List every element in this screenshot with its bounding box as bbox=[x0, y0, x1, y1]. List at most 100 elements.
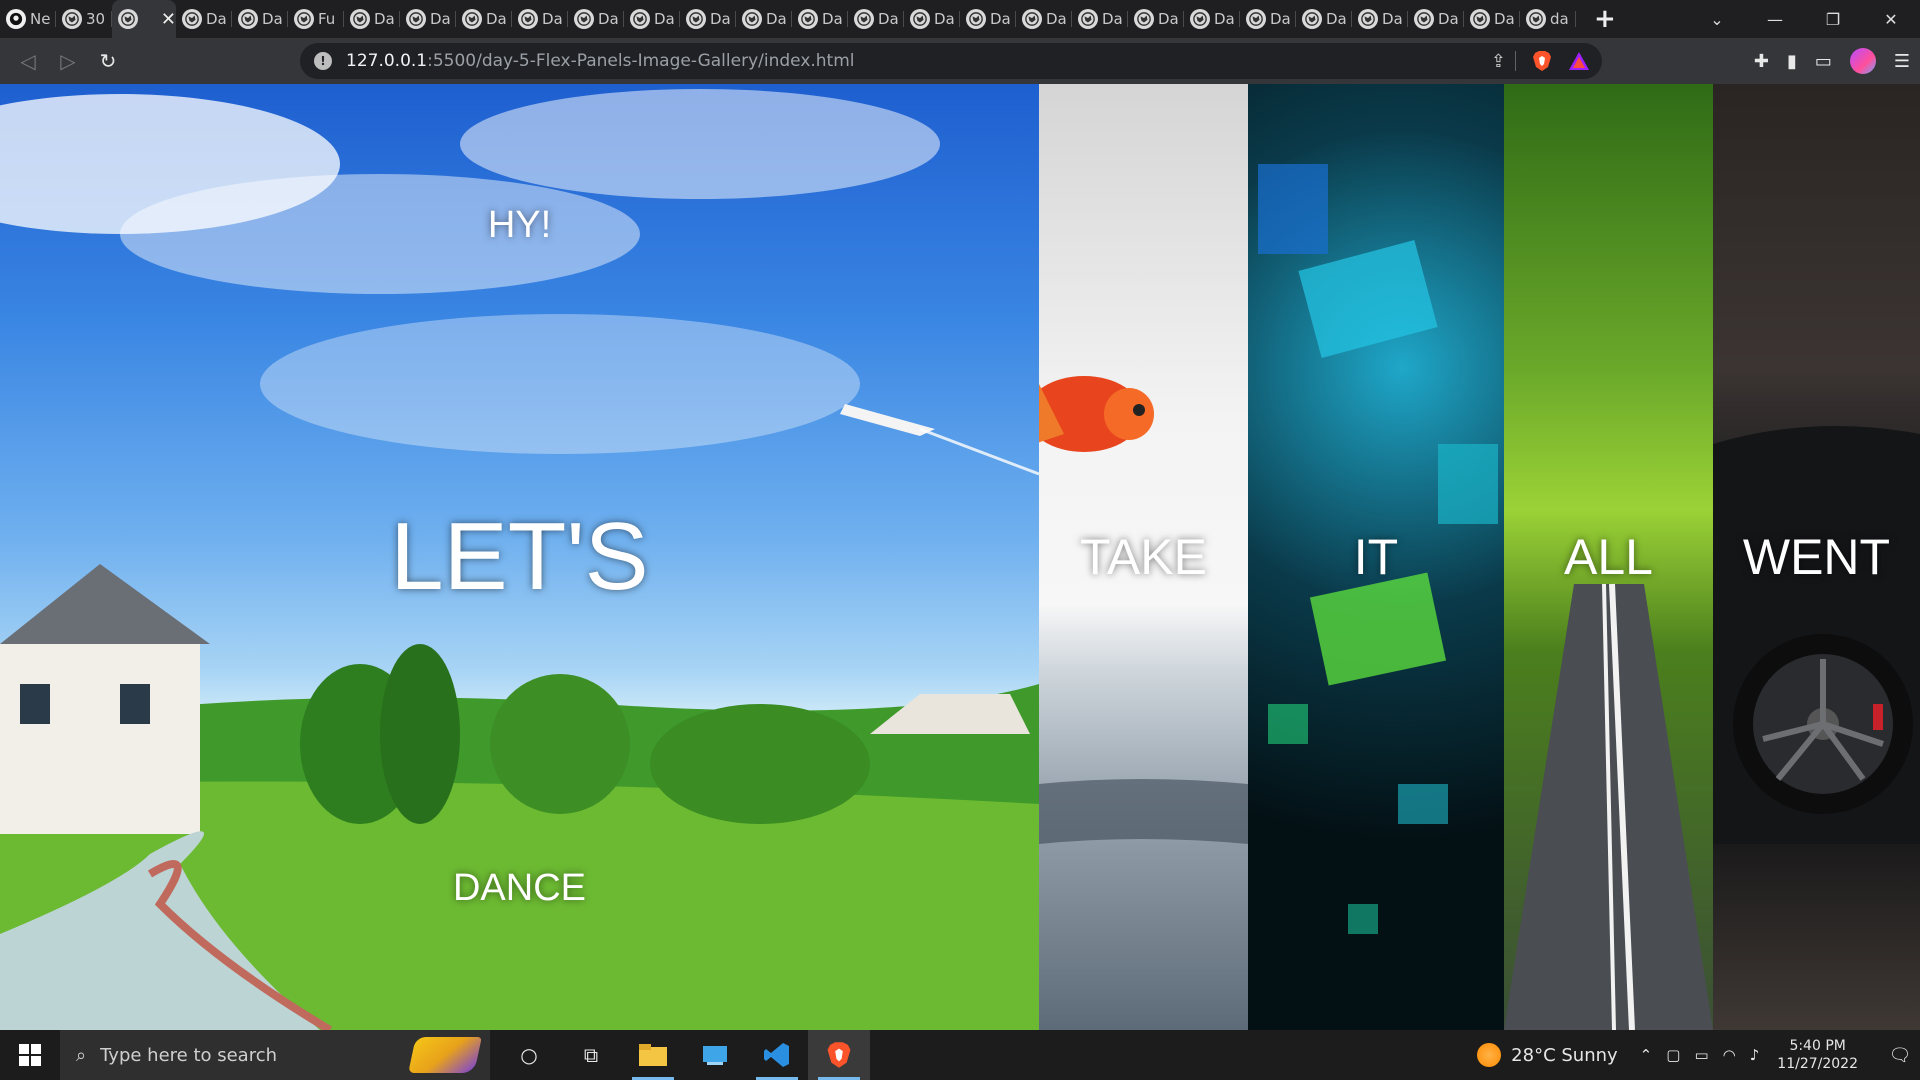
restore-button[interactable]: ❐ bbox=[1804, 10, 1862, 29]
tab-search-icon[interactable]: ⌄ bbox=[1688, 10, 1746, 29]
chevron-up-icon[interactable]: ⌃ bbox=[1640, 1046, 1653, 1064]
tab-title: Da bbox=[1438, 10, 1459, 28]
toolbar-right: ✚ ▮ ▭ ☰ bbox=[1754, 38, 1910, 84]
globe-icon bbox=[1470, 9, 1490, 29]
back-button[interactable]: ◁ bbox=[8, 49, 48, 73]
panel-4[interactable]: ALL bbox=[1504, 84, 1713, 1030]
panel-4-main-text: ALL bbox=[1564, 529, 1653, 585]
tab-title: Da bbox=[542, 10, 563, 28]
globe-icon bbox=[1358, 9, 1378, 29]
github-icon bbox=[6, 9, 26, 29]
browser-toolbar: ◁ ▷ ↻ ! 127.0.0.1:5500/day-5-Flex-Panels… bbox=[0, 38, 1920, 84]
panel-3[interactable]: IT bbox=[1248, 84, 1504, 1030]
panel-1[interactable]: HY! LET'S DANCE bbox=[0, 84, 1039, 1030]
start-button[interactable] bbox=[0, 1044, 60, 1066]
minimize-button[interactable]: — bbox=[1746, 10, 1804, 29]
tab-title: 30 bbox=[86, 10, 106, 28]
browser-tab[interactable]: Da bbox=[904, 0, 960, 38]
extensions-icon[interactable]: ✚ bbox=[1754, 51, 1769, 72]
browser-tab[interactable]: Da bbox=[1352, 0, 1408, 38]
globe-icon bbox=[182, 9, 202, 29]
tab-title: Da bbox=[206, 10, 227, 28]
wallet-icon[interactable]: ▭ bbox=[1815, 51, 1832, 72]
cortana-icon[interactable]: ○ bbox=[498, 1030, 560, 1080]
globe-icon bbox=[1414, 9, 1434, 29]
browser-tab[interactable]: Da bbox=[1016, 0, 1072, 38]
brave-browser-icon[interactable] bbox=[808, 1030, 870, 1080]
browser-tab[interactable]: Da bbox=[960, 0, 1016, 38]
vscode-icon[interactable] bbox=[746, 1030, 808, 1080]
close-tab-icon[interactable]: ✕ bbox=[161, 9, 176, 30]
browser-tab[interactable]: Da bbox=[792, 0, 848, 38]
file-explorer-icon[interactable] bbox=[622, 1030, 684, 1080]
browser-tab[interactable]: Da bbox=[400, 0, 456, 38]
browser-tab[interactable]: Da bbox=[568, 0, 624, 38]
wifi-icon[interactable]: ◠ bbox=[1723, 1046, 1736, 1064]
taskbar-search[interactable]: ⌕ Type here to search bbox=[60, 1030, 490, 1080]
tab-title: Da bbox=[1326, 10, 1347, 28]
browser-tab[interactable]: Da bbox=[512, 0, 568, 38]
tray-icons: ⌃ ▢ ▭ ◠ ♪ bbox=[1640, 1046, 1760, 1064]
globe-icon bbox=[910, 9, 930, 29]
browser-tab[interactable]: Da bbox=[344, 0, 400, 38]
browser-tab[interactable]: Da bbox=[456, 0, 512, 38]
browser-tab[interactable]: Da bbox=[1128, 0, 1184, 38]
globe-icon bbox=[574, 9, 594, 29]
new-tab-button[interactable]: + bbox=[1594, 4, 1616, 34]
globe-icon bbox=[1246, 9, 1266, 29]
tab-title: Da bbox=[822, 10, 843, 28]
tab-strip: Ne 30 ✕ Da Da Fu Da Da Da Da Da Da Da Da Da Da Da Da Da Da D… bbox=[0, 0, 1920, 38]
browser-tab[interactable]: Ne bbox=[0, 0, 56, 38]
battery-icon[interactable]: ▭ bbox=[1694, 1046, 1708, 1064]
globe-icon bbox=[966, 9, 986, 29]
tab-title: Da bbox=[1214, 10, 1235, 28]
weather-text[interactable]: 28°C Sunny bbox=[1511, 1045, 1618, 1066]
forward-button[interactable]: ▷ bbox=[48, 49, 88, 73]
browser-tab[interactable]: Da bbox=[736, 0, 792, 38]
menu-icon[interactable]: ☰ bbox=[1894, 51, 1910, 72]
sidebar-icon[interactable]: ▮ bbox=[1787, 51, 1797, 72]
tab-title: da bbox=[1550, 10, 1569, 28]
tab-title: Da bbox=[1046, 10, 1067, 28]
tab-title: Da bbox=[1158, 10, 1179, 28]
browser-tab[interactable]: Da bbox=[1240, 0, 1296, 38]
browser-tab[interactable]: Da bbox=[1072, 0, 1128, 38]
brave-rewards-icon[interactable] bbox=[1568, 51, 1590, 71]
site-info-icon[interactable]: ! bbox=[314, 52, 332, 70]
browser-tab[interactable]: Da bbox=[1408, 0, 1464, 38]
browser-tab[interactable]: 30 bbox=[56, 0, 112, 38]
weather-sun-icon[interactable] bbox=[1477, 1043, 1502, 1067]
browser-tab[interactable]: Da bbox=[176, 0, 232, 38]
window-controls: ⌄ — ❐ ✕ bbox=[1688, 0, 1920, 38]
globe-icon bbox=[686, 9, 706, 29]
reload-button[interactable]: ↻ bbox=[88, 49, 128, 73]
browser-tab[interactable]: Fu bbox=[288, 0, 344, 38]
brave-shields-icon[interactable] bbox=[1532, 50, 1552, 72]
clock[interactable]: 5:40 PM 11/27/2022 bbox=[1777, 1037, 1858, 1073]
globe-icon bbox=[742, 9, 762, 29]
terminal-app-icon[interactable] bbox=[684, 1030, 746, 1080]
browser-tab[interactable]: Da bbox=[848, 0, 904, 38]
browser-tab[interactable]: Da bbox=[232, 0, 288, 38]
panel-2[interactable]: TAKE bbox=[1039, 84, 1248, 1030]
address-bar[interactable]: ! 127.0.0.1:5500/day-5-Flex-Panels-Image… bbox=[300, 43, 1602, 79]
globe-icon bbox=[462, 9, 482, 29]
close-window-button[interactable]: ✕ bbox=[1862, 10, 1920, 29]
browser-tab[interactable]: Da bbox=[1184, 0, 1240, 38]
browser-tab[interactable]: Da bbox=[1464, 0, 1520, 38]
browser-tab[interactable]: ✕ bbox=[112, 0, 176, 38]
browser-tab[interactable]: Da bbox=[680, 0, 736, 38]
profile-avatar[interactable] bbox=[1849, 48, 1876, 74]
panel-5-main-text: WENT bbox=[1742, 529, 1891, 585]
tab-title: Da bbox=[598, 10, 619, 28]
panel-5[interactable]: WENT bbox=[1713, 84, 1920, 1030]
meet-now-icon[interactable]: ▢ bbox=[1666, 1046, 1680, 1064]
browser-tab[interactable]: Da bbox=[624, 0, 680, 38]
volume-icon[interactable]: ♪ bbox=[1750, 1046, 1760, 1064]
browser-tab[interactable]: Da bbox=[1296, 0, 1352, 38]
tab-title: Da bbox=[374, 10, 395, 28]
task-view-icon[interactable]: ⧉ bbox=[560, 1030, 622, 1080]
notifications-icon[interactable]: 🗨︎ bbox=[1880, 1045, 1920, 1066]
share-icon[interactable]: ⇪ bbox=[1491, 51, 1506, 72]
browser-tab[interactable]: da bbox=[1520, 0, 1576, 38]
